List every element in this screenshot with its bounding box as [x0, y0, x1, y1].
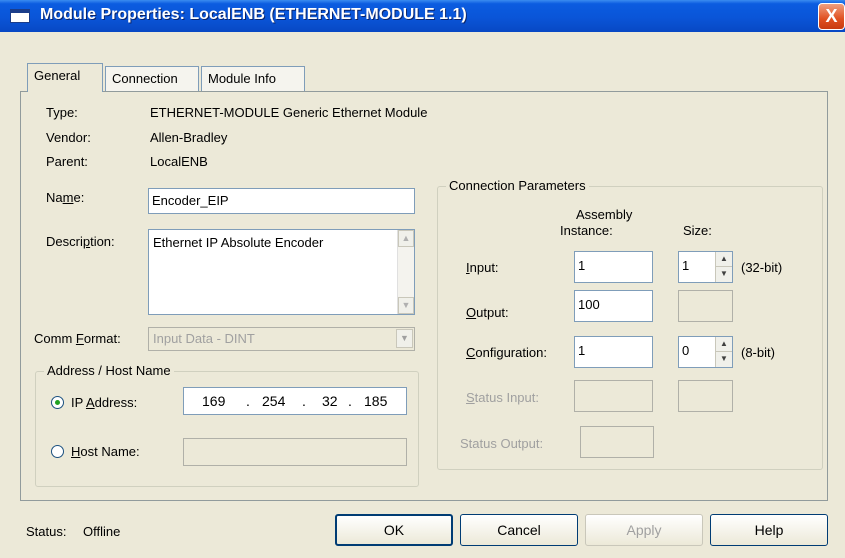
- status-input-label: Status Input:: [466, 390, 539, 405]
- comm-format-value: Input Data - DINT: [153, 331, 255, 346]
- address-host-group-title: Address / Host Name: [44, 363, 174, 378]
- output-instance-input[interactable]: 100: [574, 290, 653, 322]
- tab-connection-label: Connection: [112, 71, 178, 86]
- vendor-value: Allen-Bradley: [150, 130, 228, 145]
- configuration-size-input[interactable]: 0 ▲ ▼: [678, 336, 733, 368]
- input-label: Input:: [466, 260, 499, 275]
- parent-label: Parent:: [46, 154, 88, 169]
- close-icon: X: [825, 6, 838, 26]
- status-input-instance-input[interactable]: [574, 380, 653, 412]
- spin-down-icon[interactable]: ▼: [716, 267, 732, 282]
- type-value: ETHERNET-MODULE Generic Ethernet Module: [150, 105, 428, 120]
- host-name-radio[interactable]: [51, 445, 64, 458]
- module-properties-dialog: Module Properties: LocalENB (ETHERNET-MO…: [0, 0, 845, 558]
- ip-octet-3: 32: [322, 393, 338, 409]
- status-output-label: Status Output:: [460, 436, 544, 451]
- input-size-unit: (32-bit): [741, 260, 783, 275]
- assembly-header: Assembly: [576, 207, 633, 222]
- spin-up-icon[interactable]: ▲: [716, 337, 732, 352]
- window-icon: [10, 9, 30, 23]
- ip-address-input[interactable]: 169 . 254 . 32 . 185: [183, 387, 407, 415]
- status-output-instance-input[interactable]: [580, 426, 654, 458]
- description-scrollbar[interactable]: ▲ ▼: [397, 230, 414, 314]
- host-name-label: Host Name:: [71, 444, 140, 459]
- host-name-input[interactable]: [183, 438, 407, 466]
- input-size-spinner[interactable]: ▲ ▼: [715, 252, 732, 282]
- comm-format-select[interactable]: Input Data - DINT ▼: [148, 327, 415, 351]
- scroll-down-icon[interactable]: ▼: [398, 297, 414, 314]
- ip-dot-1: .: [246, 393, 250, 409]
- configuration-size-spinner[interactable]: ▲ ▼: [715, 337, 732, 367]
- ip-dot-2: .: [302, 393, 306, 409]
- configuration-label: Configuration:: [466, 345, 547, 360]
- tab-module-info-label: Module Info: [208, 71, 276, 86]
- spin-down-icon[interactable]: ▼: [716, 352, 732, 367]
- help-button[interactable]: Help: [710, 514, 828, 546]
- comm-format-label: Comm Format:: [34, 331, 121, 346]
- size-header: Size:: [683, 223, 712, 238]
- scroll-up-icon[interactable]: ▲: [398, 230, 414, 247]
- description-textarea[interactable]: Ethernet IP Absolute Encoder ▲ ▼: [148, 229, 415, 315]
- status-value: Offline: [83, 524, 121, 539]
- input-size-value: 1: [682, 258, 690, 273]
- instance-header: Instance:: [560, 223, 613, 238]
- spin-up-icon[interactable]: ▲: [716, 252, 732, 267]
- ip-octet-2: 254: [262, 393, 286, 409]
- input-size-input[interactable]: 1 ▲ ▼: [678, 251, 733, 283]
- description-label: Description:: [46, 234, 115, 249]
- type-label: Type:: [46, 105, 78, 120]
- input-instance-input[interactable]: 1: [574, 251, 653, 283]
- ip-address-label: IP Address:: [71, 395, 138, 410]
- status-label: Status:: [26, 524, 67, 539]
- tab-general[interactable]: General: [27, 63, 103, 92]
- connection-parameters-title: Connection Parameters: [446, 178, 589, 193]
- vendor-label: Vendor:: [46, 130, 91, 145]
- name-label: Name:: [46, 190, 85, 205]
- output-size-input[interactable]: [678, 290, 733, 322]
- output-label: Output:: [466, 305, 509, 320]
- name-input[interactable]: Encoder_EIP: [148, 188, 415, 214]
- chevron-down-icon[interactable]: ▼: [396, 329, 413, 348]
- ip-address-radio[interactable]: [51, 396, 64, 409]
- tab-module-info[interactable]: Module Info: [201, 66, 305, 91]
- close-button[interactable]: X: [818, 3, 845, 30]
- cancel-button[interactable]: Cancel: [460, 514, 578, 546]
- ip-octet-4: 185: [364, 393, 388, 409]
- description-text: Ethernet IP Absolute Encoder: [153, 235, 324, 250]
- ip-octet-1: 169: [202, 393, 226, 409]
- configuration-size-value: 0: [682, 343, 690, 358]
- apply-button[interactable]: Apply: [585, 514, 703, 546]
- ip-dot-3: .: [348, 393, 352, 409]
- tab-general-label: General: [34, 68, 81, 83]
- title-bar[interactable]: Module Properties: LocalENB (ETHERNET-MO…: [0, 0, 845, 32]
- configuration-instance-input[interactable]: 1: [574, 336, 653, 368]
- parent-value: LocalENB: [150, 154, 208, 169]
- ok-button[interactable]: OK: [335, 514, 453, 546]
- window-title: Module Properties: LocalENB (ETHERNET-MO…: [40, 6, 467, 23]
- configuration-size-unit: (8-bit): [741, 345, 775, 360]
- tab-connection[interactable]: Connection: [105, 66, 199, 91]
- status-input-size-input[interactable]: [678, 380, 733, 412]
